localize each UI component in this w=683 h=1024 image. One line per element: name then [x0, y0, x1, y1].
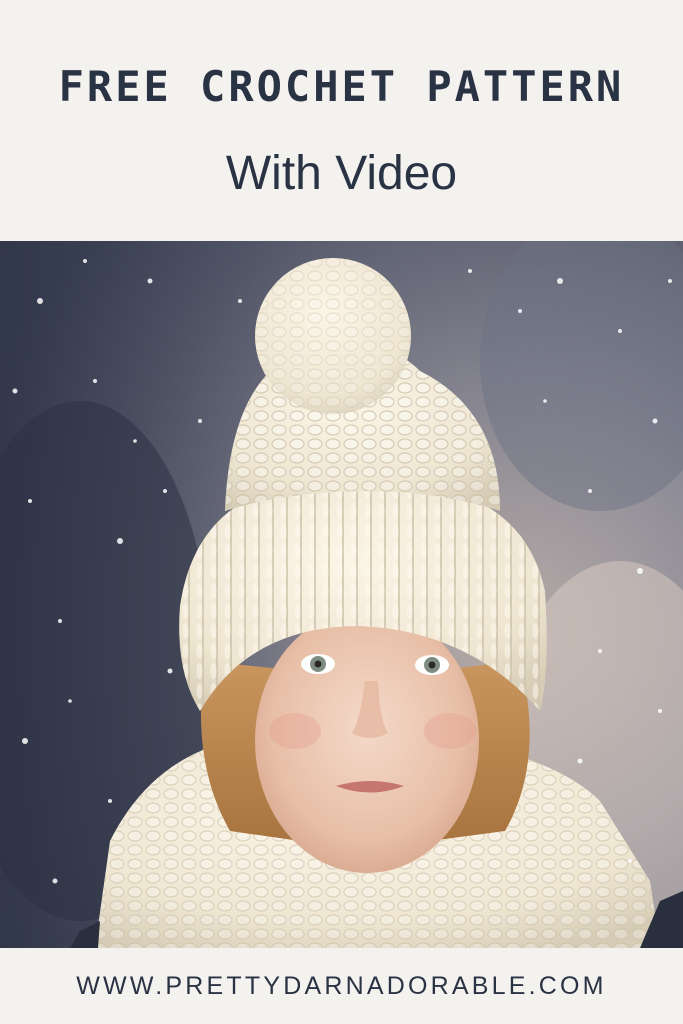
photo-illustration	[0, 241, 683, 948]
subheadline: With Video	[225, 147, 458, 200]
website-url: WWW.PRETTYDARNADORABLE.COM	[76, 972, 607, 1000]
hero-photo	[0, 241, 683, 948]
header-panel: FREE CROCHET PATTERN With Video	[0, 0, 683, 241]
headline: FREE CROCHET PATTERN	[58, 62, 625, 111]
